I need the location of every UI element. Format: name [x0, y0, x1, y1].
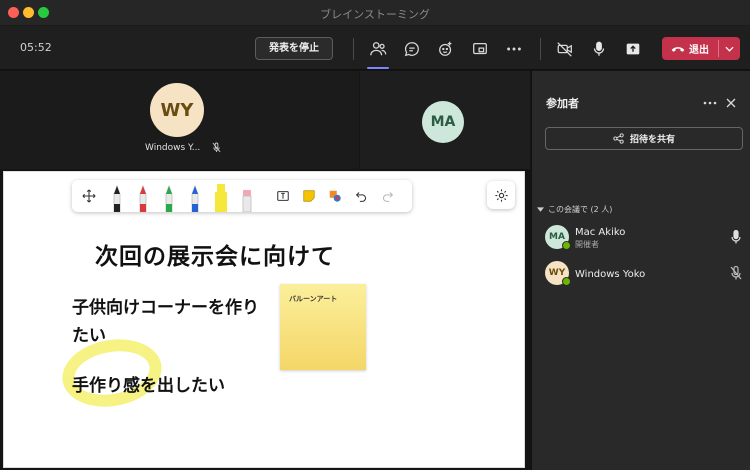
- sticky-note[interactable]: バルーンアート: [280, 284, 366, 370]
- pen-red-icon[interactable]: [130, 180, 156, 212]
- mic-muted-icon: [730, 265, 742, 280]
- status-available-icon: [562, 277, 571, 286]
- chat-icon[interactable]: [401, 38, 423, 60]
- eraser-icon[interactable]: [234, 180, 260, 212]
- participant-name: Mac Akiko: [575, 227, 626, 238]
- share-invite-label: 招待を共有: [629, 135, 675, 145]
- avatar: WY: [150, 83, 204, 137]
- window-titlebar: ブレインストーミング: [0, 0, 750, 26]
- chevron-down-icon: [537, 207, 544, 212]
- leave-label: 退出: [689, 45, 709, 56]
- participant-name: Windows Yoko: [575, 269, 646, 280]
- video-tile-windows-yoko[interactable]: WY Windows Y...: [0, 71, 359, 169]
- more-options-icon[interactable]: [702, 96, 718, 110]
- shapes-icon[interactable]: [322, 180, 348, 212]
- section-label: この会議で (2 人): [548, 205, 613, 214]
- mic-muted-icon: [212, 142, 221, 153]
- share-tray-icon[interactable]: [622, 38, 644, 60]
- participants-panel: 参加者 招待を共有 この会議で (2 人) MA Mac Akiko 開催者 W…: [531, 71, 750, 470]
- pen-band: [192, 204, 198, 212]
- sticky-note-text: バルーンアート: [289, 295, 338, 303]
- pen-black-icon[interactable]: [104, 180, 130, 212]
- participant-row[interactable]: WY Windows Yoko: [545, 259, 745, 289]
- meeting-timer: 05:52: [20, 41, 52, 54]
- video-tile-mac-akiko[interactable]: MA: [360, 71, 530, 169]
- whiteboard-canvas[interactable]: 次回の展示会に向けて 子供向けコーナーを作りたい 手作り感を出したい バルーンア…: [3, 171, 525, 468]
- leave-button-main[interactable]: 退出: [662, 37, 718, 60]
- avatar: MA: [422, 101, 464, 143]
- people-icon[interactable]: [367, 38, 389, 60]
- microphone-icon: [731, 229, 741, 244]
- section-in-meeting[interactable]: この会議で (2 人): [537, 204, 612, 215]
- camera-off-icon[interactable]: [554, 38, 576, 60]
- whiteboard-heading[interactable]: 次回の展示会に向けて: [95, 237, 335, 271]
- tile-name-label: Windows Y...: [145, 142, 221, 153]
- stop-presenting-button[interactable]: 発表を停止: [255, 37, 333, 60]
- toolbar-divider: [353, 38, 354, 60]
- pen-tip: [166, 186, 172, 194]
- share-screen-icon[interactable]: [469, 38, 491, 60]
- meeting-toolbar: 05:52 発表を停止 退出: [0, 26, 750, 70]
- redo-icon[interactable]: [374, 180, 400, 212]
- reactions-icon[interactable]: [435, 38, 457, 60]
- panel-title: 参加者: [546, 97, 579, 110]
- leave-meeting-button[interactable]: 退出: [662, 37, 740, 60]
- people-active-indicator: [367, 67, 389, 69]
- more-options-icon[interactable]: [503, 38, 525, 60]
- pen-green-icon[interactable]: [156, 180, 182, 212]
- pen-band: [114, 204, 120, 212]
- microphone-icon[interactable]: [588, 38, 610, 60]
- undo-icon[interactable]: [348, 180, 374, 212]
- status-available-icon: [562, 241, 571, 250]
- tile-name: Windows Y...: [145, 142, 201, 153]
- participant-role: 開催者: [575, 240, 599, 249]
- text-box-icon[interactable]: [270, 180, 296, 212]
- hang-up-icon: [671, 46, 685, 52]
- video-strip: WY Windows Y... MA: [0, 71, 530, 169]
- window-title: ブレインストーミング: [320, 8, 430, 21]
- whiteboard-toolbar: [72, 180, 412, 212]
- pen-tip: [243, 190, 251, 196]
- pen-tip: [192, 186, 198, 194]
- participant-row[interactable]: MA Mac Akiko 開催者: [545, 223, 745, 253]
- highlighter-icon[interactable]: [208, 180, 234, 212]
- pen-tip: [114, 186, 120, 194]
- pen-band: [215, 192, 227, 212]
- share-invite-button[interactable]: 招待を共有: [545, 127, 743, 150]
- gear-icon[interactable]: [487, 181, 515, 209]
- whiteboard-note-handmade[interactable]: 手作り感を出したい: [72, 371, 225, 396]
- chevron-down-icon[interactable]: [719, 37, 740, 60]
- pen-tip: [217, 184, 225, 192]
- pen-blue-icon[interactable]: [182, 180, 208, 212]
- pen-tip: [140, 186, 146, 194]
- share-icon: [613, 133, 624, 144]
- pen-band: [140, 204, 146, 212]
- close-icon[interactable]: [724, 96, 738, 110]
- sticky-note-icon[interactable]: [296, 180, 322, 212]
- toolbar-divider: [540, 38, 541, 60]
- move-icon[interactable]: [76, 180, 102, 212]
- pen-band: [166, 204, 172, 212]
